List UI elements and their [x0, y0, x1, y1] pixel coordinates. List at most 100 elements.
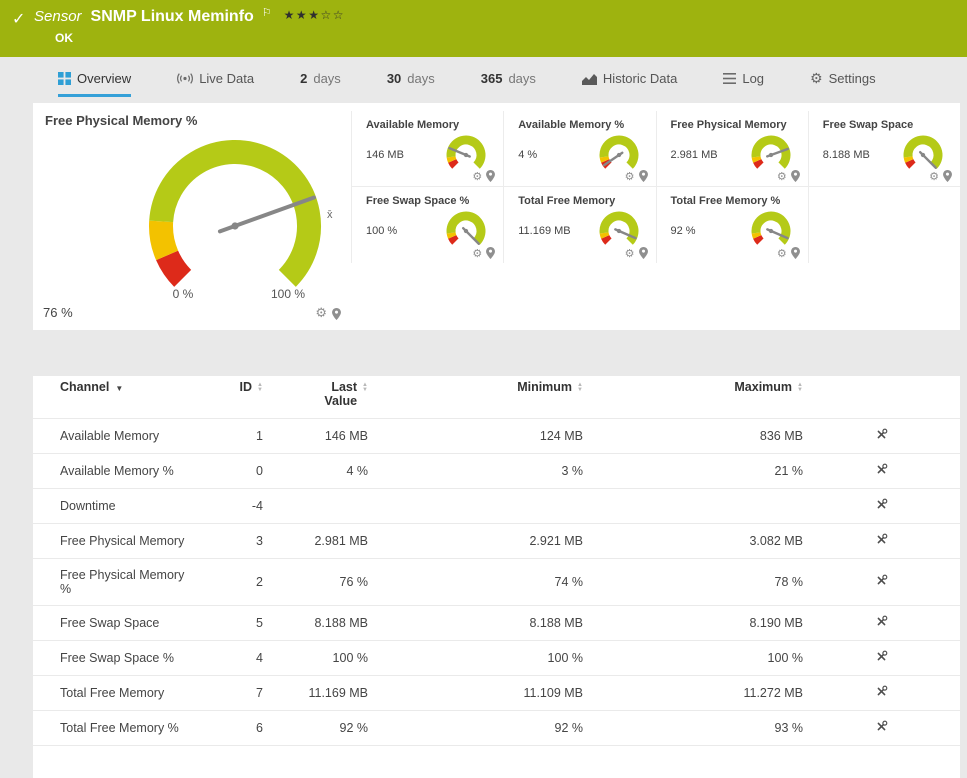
table-row: Available Memory 1 146 MB 124 MB 836 MB — [33, 418, 960, 454]
gauge-settings-gear-icon[interactable]: ⚙ — [777, 171, 787, 182]
gauge-pin-icon[interactable] — [486, 247, 496, 259]
mini-gauge-actions: ⚙ — [625, 247, 648, 259]
mini-gauge-value: 4 % — [518, 149, 538, 161]
gauge-settings-gear-icon[interactable]: ⚙ — [625, 248, 635, 259]
tab-day-number: 30 — [386, 71, 402, 86]
tab-label: Historic Data — [602, 71, 678, 86]
cell-actions — [805, 640, 960, 676]
mini-gauge-body: 2.981 MB — [671, 131, 798, 173]
tab-live-data[interactable]: Live Data — [177, 71, 254, 97]
column-header-minimum[interactable]: Minimum ▲ ▼ — [370, 376, 585, 419]
cell-maximum: 21 % — [585, 453, 805, 489]
channel-settings-wrench-icon[interactable] — [875, 685, 888, 698]
channel-settings-wrench-icon[interactable] — [875, 650, 888, 663]
live-data-icon — [177, 72, 194, 85]
gauge-pin-icon[interactable] — [943, 170, 952, 182]
cell-last_value: 76 % — [265, 558, 370, 606]
channel-settings-wrench-icon[interactable] — [875, 615, 888, 628]
cell-last_value: 92 % — [265, 710, 370, 746]
tab-overview[interactable]: Overview — [58, 71, 132, 97]
mini-gauges-grid: Available Memory 146 MB ⚙ Available Memory … — [351, 103, 960, 330]
cell-minimum: 92 % — [370, 710, 585, 746]
cell-id: 5 — [198, 605, 265, 641]
tab-2-days[interactable]: 2 days — [300, 71, 341, 97]
column-header-id[interactable]: ID ▲ ▼ — [198, 376, 265, 419]
mini-gauge — [446, 135, 486, 169]
table-row: Downtime -4 — [33, 488, 960, 524]
log-icon — [723, 73, 737, 84]
cell-channel: Total Free Memory — [33, 675, 198, 711]
gauge-pin-icon[interactable] — [790, 247, 800, 259]
cell-actions — [805, 558, 960, 606]
star-rating[interactable]: ★★★☆☆ — [284, 8, 345, 22]
priority-flag-icon[interactable]: ⚐ — [262, 6, 272, 19]
tab-365-days[interactable]: 365 days — [481, 71, 536, 97]
gauge-pin-icon[interactable] — [638, 170, 648, 182]
cell-id: 0 — [198, 453, 265, 489]
mini-gauge — [599, 135, 638, 169]
channel-settings-wrench-icon[interactable] — [875, 498, 888, 511]
overview-icon — [58, 72, 71, 85]
primary-gauge-panel: Free Physical Memory % 0 % 100 % x̄ 76 % ⚙ — [33, 103, 351, 330]
gauge-pin-icon[interactable] — [332, 307, 341, 320]
gauge-settings-gear-icon[interactable]: ⚙ — [777, 248, 787, 259]
gauge-settings-gear-icon[interactable]: ⚙ — [472, 248, 482, 259]
gauge-pin-icon[interactable] — [790, 170, 800, 182]
column-header-maximum[interactable]: Maximum ▲ ▼ — [585, 376, 805, 419]
mini-gauge-value: 8.188 MB — [822, 149, 870, 161]
channel-settings-wrench-icon[interactable] — [875, 428, 888, 441]
tab-settings[interactable]: ⚙ Settings — [810, 71, 876, 97]
tab-log[interactable]: Log — [723, 71, 764, 97]
column-header-actions — [805, 376, 960, 419]
cell-id: 3 — [198, 523, 265, 559]
gauge-min-label: 0 % — [173, 287, 194, 301]
mini-gauge-title: Free Swap Space — [822, 119, 914, 131]
mini-gauge-available-memory: Available Memory % 4 % ⚙ — [503, 111, 656, 187]
mini-gauge-actions: ⚙ — [777, 170, 800, 182]
sort-icon: ▲ ▼ — [362, 382, 368, 393]
tab-30-days[interactable]: 30 days — [387, 71, 435, 97]
gauge-settings-gear-icon[interactable]: ⚙ — [472, 171, 482, 182]
gauge-pin-icon[interactable] — [638, 247, 648, 259]
mini-gauge-actions: ⚙ — [472, 247, 496, 259]
table-header-row: Channel ▼ ID ▲ ▼ Last Value ▲ ▼ Minimum ▲ ▼ Max… — [33, 376, 960, 419]
cell-channel: Free Swap Space % — [33, 640, 198, 676]
mini-gauge-body: 92 % — [671, 207, 798, 249]
channel-settings-wrench-icon[interactable] — [875, 533, 888, 546]
tab-label: Log — [742, 71, 765, 86]
cell-channel: Available Memory — [33, 418, 198, 454]
sort-icon: ▲ ▼ — [797, 382, 803, 393]
mini-gauge-title: Free Physical Memory — [670, 119, 787, 131]
gauge-settings-gear-icon[interactable]: ⚙ — [625, 171, 635, 182]
sort-icon: ▲ ▼ — [257, 382, 263, 393]
table-row: Free Physical Memory % 2 76 % 74 % 78 % — [33, 558, 960, 606]
mini-gauge-title: Available Memory — [366, 119, 460, 131]
cell-id: 1 — [198, 418, 265, 454]
table-row: Free Swap Space % 4 100 % 100 % 100 % — [33, 640, 960, 676]
cell-maximum: 3.082 MB — [585, 523, 805, 559]
cell-id: 4 — [198, 640, 265, 676]
primary-gauge-actions: ⚙ — [315, 307, 341, 320]
tab-historic-data[interactable]: Historic Data — [581, 71, 678, 97]
gauge-settings-gear-icon[interactable]: ⚙ — [315, 307, 327, 320]
mini-gauge-value: 100 % — [366, 225, 398, 237]
cell-minimum: 74 % — [370, 558, 585, 606]
cell-last_value: 100 % — [265, 640, 370, 676]
column-header-last-value[interactable]: Last Value ▲ ▼ — [265, 376, 370, 419]
gauge-pin-icon[interactable] — [486, 170, 496, 182]
mini-gauge-free-swap-space: Free Swap Space % 100 % ⚙ — [351, 187, 503, 263]
gauge-average-marker: x̄ — [327, 209, 333, 221]
channel-settings-wrench-icon[interactable] — [875, 720, 888, 733]
gauge-settings-gear-icon[interactable]: ⚙ — [929, 171, 939, 182]
mini-gauge-total-free-memory: Total Free Memory % 92 % ⚙ — [655, 187, 808, 263]
mini-gauge-title: Available Memory % — [518, 119, 625, 131]
cell-channel: Downtime — [33, 488, 198, 524]
mini-gauge-body: 146 MB — [366, 131, 493, 173]
cell-actions — [805, 523, 960, 559]
channel-settings-wrench-icon[interactable] — [875, 574, 888, 587]
column-header-channel[interactable]: Channel ▼ — [33, 376, 198, 419]
mini-gauge-wrap — [592, 207, 646, 249]
channel-settings-wrench-icon[interactable] — [875, 463, 888, 476]
table-row: Free Swap Space 5 8.188 MB 8.188 MB 8.190 MB — [33, 605, 960, 641]
cell-last_value: 146 MB — [265, 418, 370, 454]
